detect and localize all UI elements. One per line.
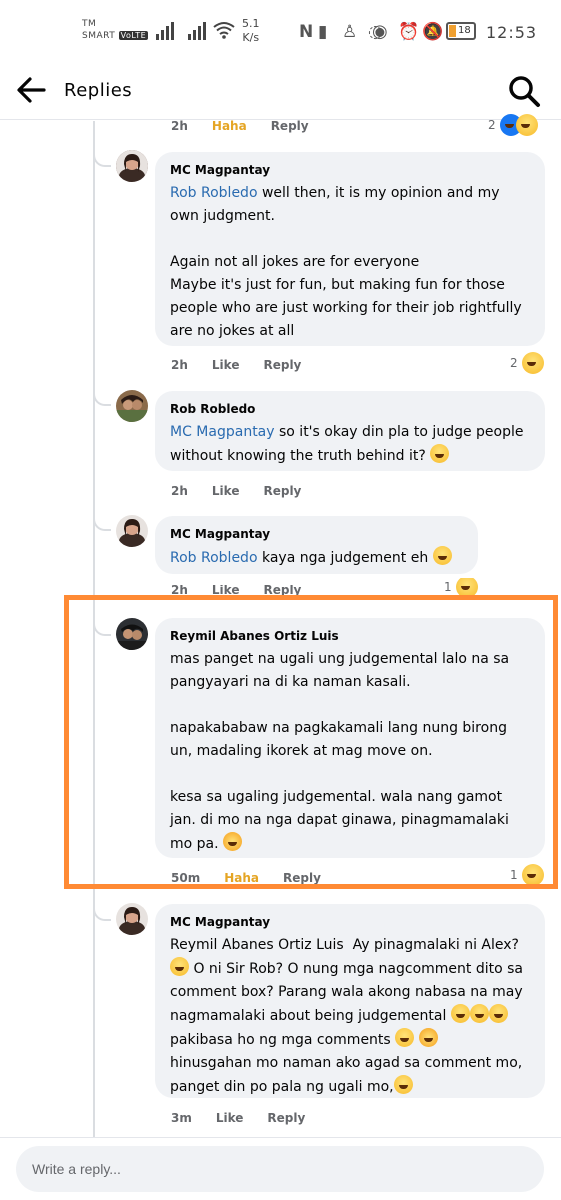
comment-body-4: hinusgahan mo naman ako agad sa comment …: [170, 1055, 523, 1095]
comment-text: Reymil Abanes Ortiz Luis Ay pinagmalaki …: [170, 934, 530, 1099]
thread-branch: [93, 515, 111, 531]
comment-bubble: MC Magpantay Rob Robledo well then, it i…: [155, 152, 545, 346]
smile-emoji-icon: [430, 444, 450, 463]
comment-time: 2h: [171, 358, 188, 372]
reaction-count: 2: [510, 356, 518, 370]
comment-author[interactable]: Rob Robledo: [170, 401, 530, 417]
comment-bubble: MC Magpantay Rob Robledo kaya nga judgem…: [155, 516, 478, 574]
reply-button[interactable]: Reply: [267, 1110, 305, 1126]
haha-reaction-icon: [455, 578, 478, 596]
avatar[interactable]: [116, 515, 148, 547]
mention-link[interactable]: Rob Robledo: [170, 185, 258, 201]
comment-text: Rob Robledo kaya nga judgement eh: [170, 546, 463, 570]
clock: 12:53: [486, 23, 538, 42]
like-button[interactable]: Like: [212, 585, 240, 595]
comment-body: well then, it is my opinion and my own j…: [170, 185, 522, 339]
reaction-summary[interactable]: 1: [444, 578, 478, 596]
comment-author[interactable]: MC Magpantay: [170, 914, 530, 930]
comment-meta: 3m Like Reply: [171, 1110, 329, 1126]
app-bar: Replies: [0, 62, 561, 120]
carrier-label: TM SMART VoLTE: [82, 18, 149, 42]
comment-time: 3m: [171, 1111, 192, 1125]
like-button[interactable]: Like: [212, 483, 240, 499]
notification-icon: ▮: [318, 22, 328, 42]
reply-button[interactable]: Reply: [263, 357, 301, 373]
page-title: Replies: [64, 80, 133, 101]
arrow-left-icon[interactable]: [14, 74, 50, 106]
thread-branch: [93, 390, 111, 406]
laughing-emoji-icon: [432, 546, 452, 565]
signal-icon-2: [188, 20, 206, 40]
reply-button[interactable]: Reply: [263, 585, 301, 595]
avatar[interactable]: [116, 903, 148, 935]
net-speed-value: 5.1: [242, 17, 260, 30]
like-button[interactable]: Like: [212, 357, 240, 373]
alarm-icon: ⏰: [398, 22, 420, 42]
comment-text: MC Magpantay so it's okay din pla to jud…: [170, 421, 530, 468]
carrier-name: SMART: [82, 31, 116, 41]
comment-body: kaya nga judgement eh: [257, 550, 433, 566]
battery-level: 18: [458, 25, 471, 36]
avatar[interactable]: [116, 390, 148, 422]
comment-time: 2h: [171, 119, 188, 133]
haha-button[interactable]: Haha: [212, 118, 247, 134]
avatar[interactable]: [116, 150, 148, 182]
clown-emoji-icon: [418, 1028, 438, 1047]
thread-branch: [93, 151, 111, 167]
comment-author[interactable]: MC Magpantay: [170, 526, 463, 542]
comment-author[interactable]: MC Magpantay: [170, 162, 530, 178]
eye-icon: ◉: [372, 21, 388, 42]
reply-button[interactable]: Reply: [263, 483, 301, 499]
laughing-emoji-icon: [450, 1004, 470, 1023]
reaction-count: 1: [444, 580, 452, 594]
n-app-icon: N: [299, 22, 314, 42]
highlight-box: [64, 595, 558, 889]
haha-reaction-icon: [521, 352, 544, 374]
reply-composer: [16, 1146, 544, 1192]
signal-icon: [156, 20, 174, 40]
laughing-emoji-icon: [170, 957, 189, 976]
comment-meta: 2h Like Reply: [171, 483, 325, 499]
mention-link[interactable]: MC Magpantay: [170, 424, 275, 440]
comment-meta: 2h Haha Reply: [171, 118, 333, 134]
reaction-count: 2: [488, 118, 496, 132]
thread-branch: [93, 905, 111, 921]
comment-bubble: Rob Robledo MC Magpantay so it's okay di…: [155, 391, 545, 471]
laughing-emoji-icon: [469, 1004, 489, 1023]
reaction-summary[interactable]: 2: [510, 352, 544, 374]
laughing-emoji-icon: [395, 1028, 415, 1047]
comment-body-3: pakibasa ho ng mga comments: [170, 1032, 391, 1048]
snapchat-icon: ♙: [342, 22, 358, 42]
status-bar: TM SMART VoLTE 5.1 K/s N ▮ ♙ ◌ ◉ ⏰ 🔕 18 …: [0, 0, 561, 62]
carrier-tm: TM: [82, 19, 97, 29]
reaction-summary[interactable]: 2: [488, 114, 538, 136]
mute-icon: 🔕: [422, 22, 444, 42]
comment-meta: 2h Like Reply: [171, 585, 325, 595]
haha-reaction-icon: [515, 114, 538, 136]
reply-button[interactable]: Reply: [271, 118, 309, 134]
comment-meta: 2h Like Reply: [171, 357, 325, 373]
net-speed-unit: K/s: [242, 31, 260, 44]
reply-input[interactable]: [16, 1146, 544, 1192]
comment-bubble: MC Magpantay Reymil Abanes Ortiz Luis Ay…: [155, 904, 545, 1098]
mention-link[interactable]: Rob Robledo: [170, 550, 258, 566]
like-button[interactable]: Like: [216, 1110, 244, 1126]
net-speed: 5.1 K/s: [242, 17, 260, 45]
comment-time: 2h: [171, 484, 188, 498]
search-icon[interactable]: [507, 74, 541, 108]
laughing-emoji-icon: [488, 1004, 508, 1023]
comment-time: 2h: [171, 585, 188, 595]
battery-icon: 18: [446, 22, 476, 40]
wifi-icon: [213, 22, 235, 39]
comment-body: Reymil Abanes Ortiz Luis Ay pinagmalaki …: [170, 937, 524, 953]
volte-badge: VoLTE: [118, 31, 149, 40]
comment-text: Rob Robledo well then, it is my opinion …: [170, 182, 530, 343]
laughing-emoji-icon: [393, 1075, 413, 1094]
